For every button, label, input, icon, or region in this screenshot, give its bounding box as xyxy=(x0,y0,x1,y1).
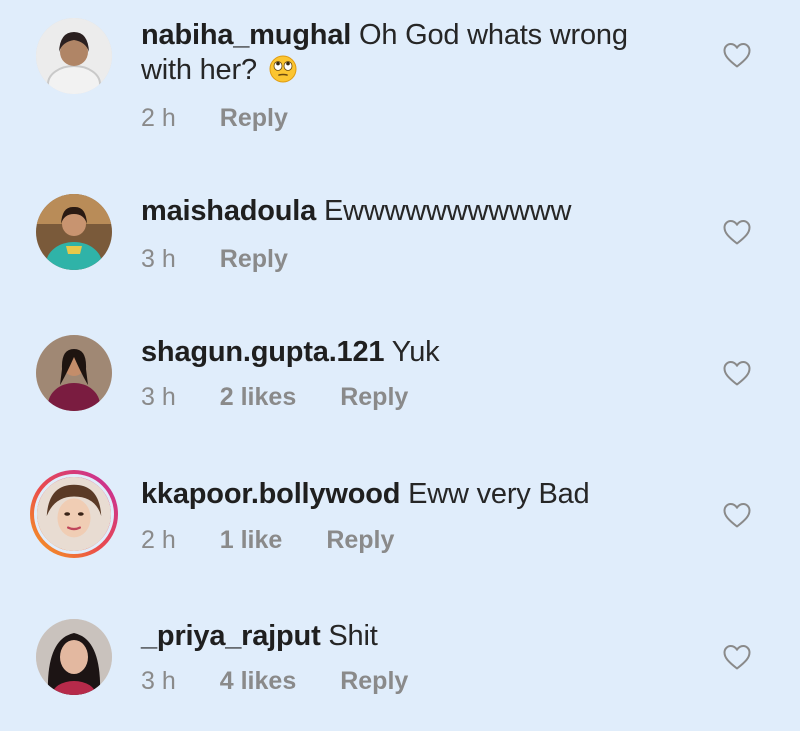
comment-body: Yuk xyxy=(391,336,440,368)
face-with-rolling-eyes-icon xyxy=(269,55,297,83)
comment-text-block: shagun.gupta.121 Yuk xyxy=(141,335,681,370)
comment-text-block: nabiha_mughal Oh God whats wrong with he… xyxy=(141,18,681,88)
comment-meta: 3 h Reply xyxy=(141,245,288,274)
avatar-image xyxy=(36,335,112,411)
comment-text-block: _priya_rajput Shit xyxy=(141,619,681,654)
reply-button[interactable]: Reply xyxy=(340,667,408,696)
heart-outline-icon xyxy=(723,220,751,245)
reply-button[interactable]: Reply xyxy=(220,245,288,274)
avatar[interactable] xyxy=(36,335,112,411)
like-button[interactable] xyxy=(722,501,752,529)
comment-meta: 2 h Reply xyxy=(141,104,288,133)
avatar[interactable] xyxy=(36,619,112,695)
heart-outline-icon xyxy=(723,645,751,670)
likes-count[interactable]: 4 likes xyxy=(220,667,296,696)
avatar[interactable] xyxy=(36,18,112,94)
reply-button[interactable]: Reply xyxy=(326,526,394,555)
reply-button[interactable]: Reply xyxy=(220,104,288,133)
likes-count[interactable]: 2 likes xyxy=(220,383,296,412)
comment-time: 3 h xyxy=(141,667,176,695)
comment-item: kkapoor.bollywood Eww very Bad 2 h 1 like… xyxy=(0,459,800,589)
comment-meta: 3 h 2 likes Reply xyxy=(141,383,408,412)
comment-username[interactable]: _priya_rajput xyxy=(141,620,321,652)
like-button[interactable] xyxy=(722,643,752,671)
avatar[interactable] xyxy=(36,194,112,270)
heart-outline-icon xyxy=(723,361,751,386)
heart-outline-icon xyxy=(723,503,751,528)
comment-meta: 3 h 4 likes Reply xyxy=(141,667,408,696)
like-button[interactable] xyxy=(722,41,752,69)
comment-item: shagun.gupta.121 Yuk 3 h 2 likes Reply xyxy=(0,317,800,447)
comment-body: Ewwwwwwwwwww xyxy=(323,195,572,227)
comments-list: nabiha_mughal Oh God whats wrong with he… xyxy=(0,0,800,698)
avatar xyxy=(34,474,114,554)
comment-body: Shit xyxy=(328,620,378,652)
like-button[interactable] xyxy=(722,359,752,387)
comment-item: maishadoula Ewwwwwwwwwww 3 h Reply xyxy=(0,176,800,306)
comment-meta: 2 h 1 like Reply xyxy=(141,526,394,555)
comment-time: 3 h xyxy=(141,383,176,411)
comment-username[interactable]: nabiha_mughal xyxy=(141,19,351,51)
comment-username[interactable]: maishadoula xyxy=(141,195,316,227)
comment-time: 3 h xyxy=(141,245,176,273)
comment-text-block: maishadoula Ewwwwwwwwwww xyxy=(141,194,681,229)
comment-username[interactable]: shagun.gupta.121 xyxy=(141,336,385,368)
reply-button[interactable]: Reply xyxy=(340,383,408,412)
comment-item: _priya_rajput Shit 3 h 4 likes Reply xyxy=(0,601,800,731)
avatar-image xyxy=(36,619,112,695)
comment-item: nabiha_mughal Oh God whats wrong with he… xyxy=(0,0,800,133)
comment-time: 2 h xyxy=(141,526,176,554)
heart-outline-icon xyxy=(723,43,751,68)
avatar-image xyxy=(36,194,112,270)
avatar-with-story-ring[interactable] xyxy=(30,470,118,558)
comment-text-block: kkapoor.bollywood Eww very Bad xyxy=(141,477,681,512)
avatar-image xyxy=(36,18,112,94)
avatar-image xyxy=(37,477,111,551)
like-button[interactable] xyxy=(722,218,752,246)
likes-count[interactable]: 1 like xyxy=(220,526,283,555)
comment-body: Eww very Bad xyxy=(408,478,590,510)
comment-username[interactable]: kkapoor.bollywood xyxy=(141,478,400,510)
comment-time: 2 h xyxy=(141,104,176,132)
